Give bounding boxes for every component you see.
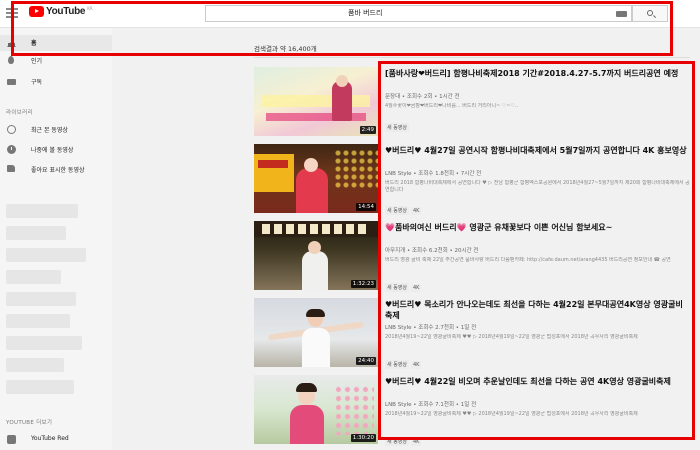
video-result[interactable]: ♥버드리♥ 4월27일 공연시작 함평나비대축제에서 5월7일까지 공연합니다 … — [385, 145, 690, 215]
blurred-subscription[interactable] — [6, 226, 66, 240]
video-meta: LNB Style • 조회수 2.7천회 • 1일 전 — [385, 325, 477, 331]
sidebar-item-label: 나중에 볼 동영상 — [31, 147, 74, 154]
video-result[interactable]: [품바사랑❤버드리] 함평나비축제2018 기간#2018.4.27-5.7까지… — [385, 68, 690, 132]
video-description: 버드리 2018 함평나비대축제에서 공연합니다 ♥ ▷ 전남 함평군 함평엑스… — [385, 180, 690, 193]
video-meta: 문장대 • 조회수 2회 • 1시간 전 — [385, 94, 460, 100]
video-badges: 새 동영상 4K — [385, 428, 690, 446]
video-result[interactable]: ♥버드리♥ 4월22일 비오며 추운날인데도 최선을 다하는 공연 4K영상 영… — [385, 376, 690, 446]
sidebar-item-trending[interactable]: 인기 — [0, 53, 112, 69]
keyboard-icon[interactable] — [616, 11, 627, 17]
video-meta: 아무지개 • 조회수 6.2천회 • 20시간 전 — [385, 248, 479, 254]
video-duration: 1:30:20 — [350, 434, 376, 442]
video-thumbnail[interactable]: 1:30:20 — [254, 375, 378, 444]
video-meta: LNB Style • 조회수 1.8천회 • 7시간 전 — [385, 171, 482, 177]
video-title[interactable]: [품바사랑❤버드리] 함평나비축제2018 기간#2018.4.27-5.7까지… — [385, 68, 690, 90]
top-bar: YouTube KR 품바 버드리 — [0, 0, 700, 28]
more-heading: YOUTUBE 더보기 — [6, 420, 53, 426]
video-title[interactable]: ♥버드리♥ 4월22일 비오며 추운날인데도 최선을 다하는 공연 4K영상 영… — [385, 376, 690, 398]
more-options-icon[interactable] — [676, 148, 678, 156]
youtube-play-icon — [29, 6, 44, 17]
sidebar-item-youtube-red[interactable]: YouTube Red — [0, 432, 112, 448]
video-result[interactable]: 💗품바의여신 버드리💗 영광군 유채꽃보다 이쁜 어신님 함보세요~ 아무지개 … — [385, 222, 690, 292]
video-thumbnail[interactable]: 24:40 — [254, 298, 378, 367]
4k-badge: 4K — [411, 361, 422, 369]
fire-icon — [8, 56, 14, 64]
blurred-subscription[interactable] — [6, 314, 70, 328]
menu-icon[interactable] — [6, 8, 18, 18]
video-title[interactable]: 💗품바의여신 버드리💗 영광군 유채꽃보다 이쁜 어신님 함보세요~ — [385, 222, 690, 244]
video-meta: LNB Style • 조회수 7.1천회 • 1일 전 — [385, 402, 477, 408]
video-description: 4월수꽃이❤곰팡❤버드리❤나비를... 버드리 거리아니~ ♡~♡.. — [385, 103, 519, 109]
video-duration: 24:40 — [356, 357, 376, 365]
blurred-subscription[interactable] — [6, 248, 86, 262]
video-duration: 14:54 — [356, 203, 376, 211]
blurred-subscription[interactable] — [6, 204, 78, 218]
video-result[interactable]: ♥버드리♥ 목소리가 안나오는데도 최선을 다하는 4월22일 본무대공연4K영… — [385, 299, 690, 369]
video-duration: 1:32:23 — [350, 280, 376, 288]
video-title[interactable]: ♥버드리♥ 목소리가 안나오는데도 최선을 다하는 4월22일 본무대공연4K영… — [385, 299, 690, 321]
video-description: 2018년4월19~22일 영광굴비축제 ♥♥ ▷ 2018년4월19일~22일… — [385, 411, 638, 417]
thumbs-up-icon — [7, 165, 15, 172]
video-badges: 새 동영상 — [385, 114, 690, 132]
new-badge: 새 동영상 — [385, 437, 409, 446]
new-badge: 새 동영상 — [385, 206, 409, 215]
history-icon — [7, 125, 16, 134]
video-description: 버드리 영광 굴비 축제 22일 주간공연 품바사랑 버드리 다음팬카페: ht… — [385, 257, 671, 263]
4k-badge: 4K — [411, 284, 422, 292]
home-icon-base — [8, 43, 15, 47]
4k-badge: 4K — [411, 207, 422, 215]
logo-region: KR — [87, 6, 93, 11]
sidebar-item-liked[interactable]: 좋아요 표시한 동영상 — [0, 162, 112, 178]
sidebar: 홈 인기 구독 라이브러리 최근 본 동영상 나중에 볼 동영상 좋아요 표시한… — [0, 28, 112, 450]
sidebar-item-label: 구독 — [31, 79, 43, 86]
video-badges: 새 동영상 4K — [385, 274, 690, 292]
video-badges: 새 동영상 4K — [385, 197, 690, 215]
search-input[interactable]: 품바 버드리 — [205, 5, 632, 22]
new-badge: 새 동영상 — [385, 123, 409, 132]
library-heading: 라이브러리 — [6, 110, 33, 116]
watch-later-icon — [7, 145, 16, 154]
video-description: 2018년4월19~22일 영광굴비축제 ♥♥ ▷ 2018년4월19일~22일… — [385, 334, 638, 340]
video-thumbnail[interactable]: 14:54 — [254, 144, 378, 213]
video-thumbnail[interactable]: 1:32:23 — [254, 221, 378, 290]
youtube-logo[interactable]: YouTube KR — [29, 6, 93, 17]
sidebar-item-label: YouTube Red — [31, 435, 69, 442]
search-query: 품바 버드리 — [348, 9, 383, 17]
result-count: 검색결과 약 16,400개 — [254, 45, 317, 53]
logo-text: YouTube — [46, 6, 86, 17]
sidebar-item-label: 최근 본 동영상 — [31, 127, 68, 134]
sidebar-item-label: 좋아요 표시한 동영상 — [31, 167, 85, 174]
blurred-subscription[interactable] — [6, 292, 76, 306]
search-icon — [647, 10, 653, 16]
search-button[interactable] — [632, 5, 668, 22]
youtube-page: YouTube KR 품바 버드리 홈 인기 구독 라이브러리 최근 본 동영상… — [0, 0, 700, 450]
youtube-red-icon — [7, 435, 16, 444]
subscriptions-icon — [7, 79, 16, 85]
video-title[interactable]: ♥버드리♥ 4월27일 공연시작 함평나비대축제에서 5월7일까지 공연합니다 … — [385, 145, 690, 167]
blurred-subscription[interactable] — [6, 380, 74, 394]
sidebar-item-label: 인기 — [31, 58, 43, 65]
sidebar-item-label: 홈 — [31, 40, 37, 47]
blurred-subscription[interactable] — [6, 270, 61, 284]
video-duration: 2:49 — [359, 126, 376, 134]
sidebar-item-history[interactable]: 최근 본 동영상 — [0, 122, 112, 138]
sidebar-item-home[interactable]: 홈 — [0, 35, 112, 51]
4k-badge: 4K — [411, 438, 422, 446]
new-badge: 새 동영상 — [385, 283, 409, 292]
blurred-subscription[interactable] — [6, 358, 64, 372]
video-badges: 새 동영상 4K — [385, 351, 690, 369]
video-thumbnail[interactable]: 2:49 — [254, 67, 378, 136]
divider — [254, 57, 690, 58]
new-badge: 새 동영상 — [385, 360, 409, 369]
blurred-subscription[interactable] — [6, 336, 82, 350]
sidebar-item-subscriptions[interactable]: 구독 — [0, 74, 112, 90]
sidebar-item-watch-later[interactable]: 나중에 볼 동영상 — [0, 142, 112, 158]
